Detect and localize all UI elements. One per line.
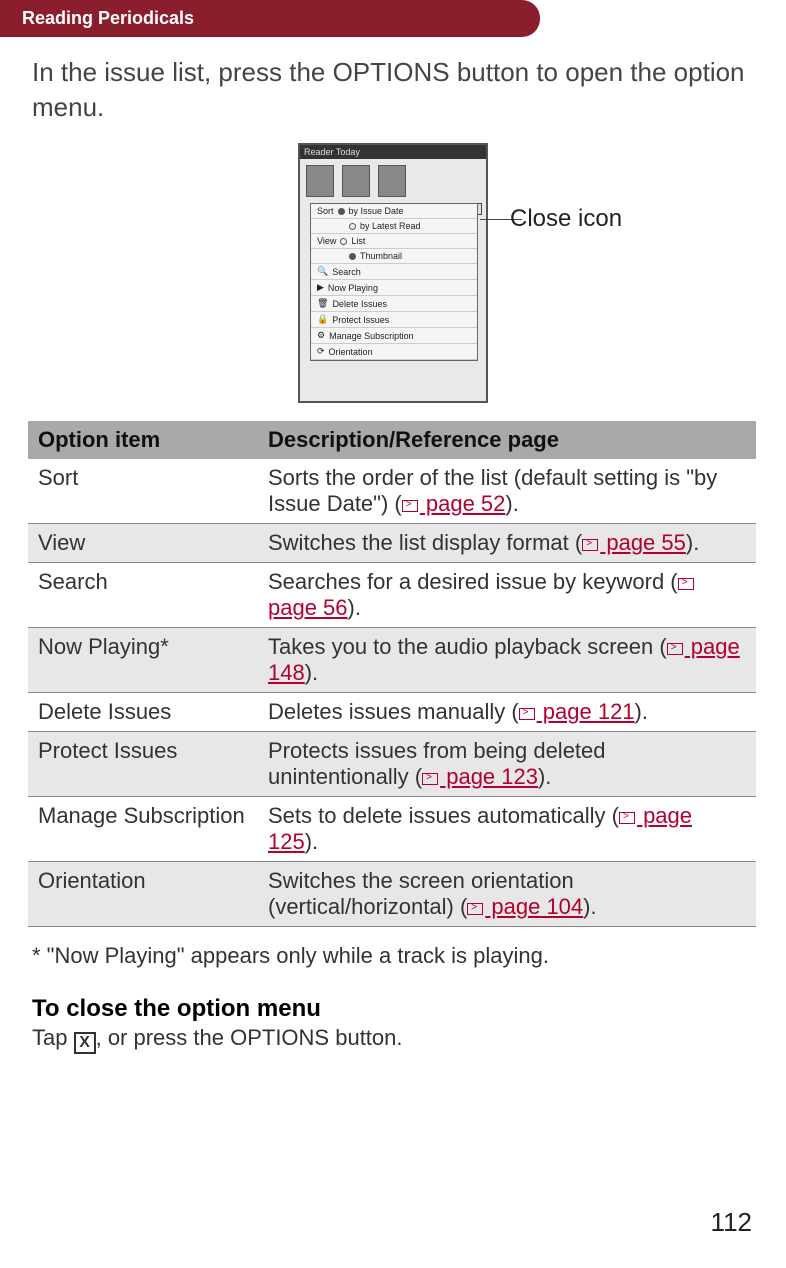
option-description: Protects issues from being deleted unint… (258, 732, 756, 797)
menu-view[interactable]: View List (311, 234, 477, 249)
page-ref-icon (402, 500, 418, 512)
option-description: Switches the list display format ( page … (258, 524, 756, 563)
table-row: Manage SubscriptionSets to delete issues… (28, 797, 756, 862)
page-reference-link[interactable]: page 55 (600, 530, 686, 555)
page-reference-link[interactable]: page 123 (440, 764, 538, 789)
menu-view-opt2[interactable]: Thumbnail (311, 249, 477, 264)
menu-label: Now Playing (328, 283, 378, 293)
option-name: Now Playing* (28, 628, 258, 693)
col-description: Description/Reference page (258, 421, 756, 459)
table-row: ViewSwitches the list display format ( p… (28, 524, 756, 563)
gear-icon: ⚙ (317, 330, 325, 341)
play-icon: ▶ (317, 282, 324, 293)
option-description: Deletes issues manually ( page 121). (258, 693, 756, 732)
radio-icon (349, 223, 356, 230)
screenshot-figure: Reader Today × Sort by Issue Date by Lat… (0, 143, 786, 403)
menu-now-playing[interactable]: ▶ Now Playing (311, 280, 477, 296)
page-ref-icon (467, 903, 483, 915)
table-header-row: Option item Description/Reference page (28, 421, 756, 459)
menu-option: Thumbnail (360, 251, 402, 261)
option-name: Protect Issues (28, 732, 258, 797)
page-reference-link[interactable]: page 148 (268, 634, 740, 685)
footnote: * "Now Playing" appears only while a tra… (0, 927, 786, 969)
radio-icon (338, 208, 345, 215)
options-table: Option item Description/Reference page S… (28, 421, 756, 927)
close-text-pre: Tap (32, 1025, 74, 1050)
radio-icon (349, 253, 356, 260)
option-name: View (28, 524, 258, 563)
menu-label: Search (332, 267, 361, 277)
menu-orientation[interactable]: ⟳ Orientation (311, 344, 477, 360)
option-name: Manage Subscription (28, 797, 258, 862)
rotate-icon: ⟳ (317, 346, 325, 357)
menu-label: Sort (317, 206, 334, 216)
menu-label: Delete Issues (332, 299, 387, 309)
screenshot-thumbnails (300, 159, 486, 203)
menu-sort[interactable]: Sort by Issue Date (311, 204, 477, 219)
menu-label: Manage Subscription (329, 331, 414, 341)
page-ref-icon (619, 812, 635, 824)
table-row: SearchSearches for a desired issue by ke… (28, 563, 756, 628)
option-description: Sorts the order of the list (default set… (258, 459, 756, 524)
table-row: Delete IssuesDeletes issues manually ( p… (28, 693, 756, 732)
menu-label: Protect Issues (332, 315, 389, 325)
page-ref-icon (422, 773, 438, 785)
page-reference-link[interactable]: page 104 (485, 894, 583, 919)
callout-label: Close icon (510, 205, 622, 233)
close-x-icon[interactable]: X (74, 1032, 96, 1054)
option-name: Delete Issues (28, 693, 258, 732)
page-ref-icon (678, 578, 694, 590)
breadcrumb: Reading Periodicals (22, 8, 194, 28)
menu-manage[interactable]: ⚙ Manage Subscription (311, 328, 477, 344)
device-screenshot: Reader Today × Sort by Issue Date by Lat… (298, 143, 488, 403)
page-reference-link[interactable]: page 56 (268, 595, 348, 620)
thumb (378, 165, 406, 197)
table-row: Now Playing*Takes you to the audio playb… (28, 628, 756, 693)
option-description: Takes you to the audio playback screen (… (258, 628, 756, 693)
option-description: Sets to delete issues automatically ( pa… (258, 797, 756, 862)
option-name: Sort (28, 459, 258, 524)
screenshot-titlebar: Reader Today (300, 145, 486, 159)
menu-label: Orientation (329, 347, 373, 357)
section-header: Reading Periodicals (0, 0, 540, 37)
page-reference-link[interactable]: page 52 (420, 491, 506, 516)
col-option: Option item (28, 421, 258, 459)
options-menu: Sort by Issue Date by Latest Read View L… (310, 203, 478, 361)
menu-option: List (351, 236, 365, 246)
table-row: SortSorts the order of the list (default… (28, 459, 756, 524)
menu-search[interactable]: 🔍 Search (311, 264, 477, 280)
menu-delete[interactable]: 🗑 Delete Issues (311, 296, 477, 312)
option-name: Search (28, 563, 258, 628)
thumb (342, 165, 370, 197)
table-row: Protect IssuesProtects issues from being… (28, 732, 756, 797)
close-menu-instruction: Tap X, or press the OPTIONS button. (0, 1025, 786, 1052)
page-reference-link[interactable]: page 121 (537, 699, 635, 724)
close-text-post: , or press the OPTIONS button. (96, 1025, 403, 1050)
table-row: OrientationSwitches the screen orientati… (28, 862, 756, 927)
page-ref-icon (667, 643, 683, 655)
menu-option: by Latest Read (360, 221, 421, 231)
option-name: Orientation (28, 862, 258, 927)
page-number: 112 (711, 1207, 752, 1238)
option-description: Searches for a desired issue by keyword … (258, 563, 756, 628)
menu-sort-opt2[interactable]: by Latest Read (311, 219, 477, 234)
menu-option: by Issue Date (349, 206, 404, 216)
search-icon: 🔍 (317, 266, 328, 277)
radio-icon (340, 238, 347, 245)
trash-icon: 🗑 (317, 298, 328, 309)
lock-icon: 🔒 (317, 314, 328, 325)
page-ref-icon (582, 539, 598, 551)
option-description: Switches the screen orientation (vertica… (258, 862, 756, 927)
menu-protect[interactable]: 🔒 Protect Issues (311, 312, 477, 328)
menu-label: View (317, 236, 336, 246)
thumb (306, 165, 334, 197)
page-ref-icon (519, 708, 535, 720)
close-menu-heading: To close the option menu (0, 969, 786, 1025)
intro-text: In the issue list, press the OPTIONS but… (0, 37, 786, 135)
